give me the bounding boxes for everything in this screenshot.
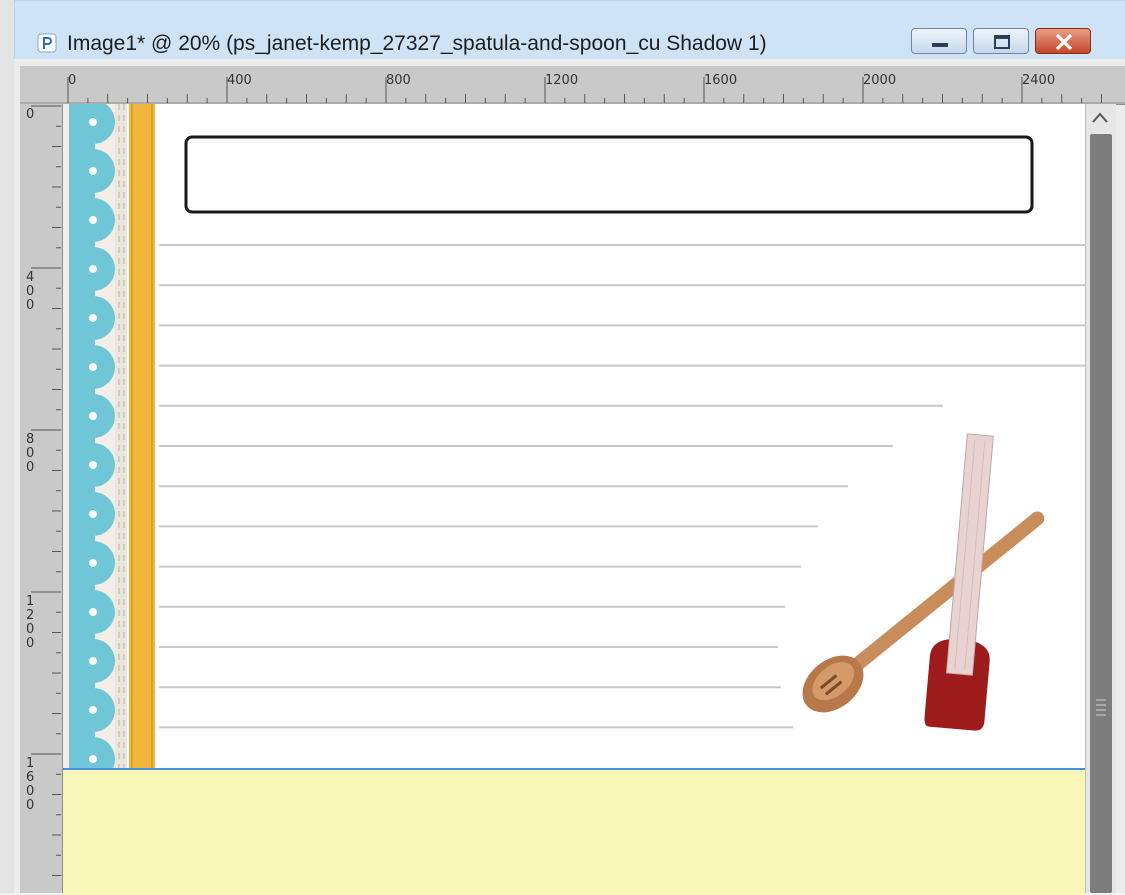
vertical-ruler[interactable]: 0 400 800 1200 1600 [20, 104, 63, 893]
recipe-card-artwork [63, 104, 1085, 768]
minimize-icon [932, 43, 948, 47]
minimize-button[interactable] [911, 28, 967, 54]
window-title: Image1* @ 20% (ps_janet-kemp_27327_spatu… [67, 32, 767, 55]
close-icon [1055, 33, 1073, 51]
svg-text:1: 1 [26, 756, 34, 771]
hruler-label-1600: 1600 [704, 73, 737, 88]
image-canvas[interactable] [63, 104, 1085, 768]
svg-text:0: 0 [26, 798, 34, 813]
svg-text:0: 0 [26, 298, 34, 313]
svg-text:0: 0 [26, 636, 34, 651]
vruler-label-1200: 1200 [26, 594, 34, 651]
title-box [184, 135, 1034, 214]
hruler-label-1200: 1200 [545, 73, 578, 88]
vertical-ruler-ticks: 0 400 800 1200 1600 [26, 105, 61, 876]
maximize-button[interactable] [973, 28, 1029, 54]
svg-text:8: 8 [26, 432, 34, 447]
svg-text:1: 1 [26, 594, 34, 609]
svg-text:0: 0 [26, 622, 34, 637]
spatula-and-spoon-image [802, 433, 1045, 731]
hruler-label-2400: 2400 [1022, 73, 1055, 88]
svg-text:2: 2 [26, 608, 34, 623]
canvas-background-area [63, 768, 1085, 895]
svg-text:0: 0 [26, 284, 34, 299]
svg-text:0: 0 [26, 446, 34, 461]
horizontal-ruler[interactable]: 0 400 800 1200 1600 2000 2400 [20, 66, 1125, 105]
hruler-label-800: 800 [386, 73, 411, 88]
stitched-ribbon [115, 104, 127, 768]
image-document-window: Image1* @ 20% (ps_janet-kemp_27327_spatu… [0, 0, 1125, 895]
svg-text:4: 4 [26, 270, 34, 285]
scroll-up-button[interactable] [1087, 106, 1113, 130]
wooden-spoon [802, 511, 1045, 713]
hruler-label-0: 0 [68, 73, 76, 88]
svg-text:0: 0 [26, 784, 34, 799]
red-spatula [924, 433, 994, 731]
vruler-label-1600: 1600 [26, 756, 34, 813]
scroll-thumb[interactable] [1090, 134, 1112, 893]
hruler-label-400: 400 [227, 73, 252, 88]
orange-ribbon [129, 104, 155, 768]
scroll-grip-icon [1095, 696, 1107, 718]
workspace-background [0, 0, 14, 893]
scroll-up-arrow-icon [1092, 112, 1108, 123]
vruler-label-0: 0 [26, 107, 34, 122]
maximize-icon [994, 35, 1010, 49]
svg-text:0: 0 [26, 460, 34, 475]
horizontal-ruler-ticks: 0 400 800 1200 1600 2000 2400 [20, 73, 1125, 104]
svg-text:6: 6 [26, 770, 34, 785]
close-button[interactable] [1035, 28, 1091, 54]
svg-text:0: 0 [26, 107, 34, 122]
vruler-label-400: 400 [26, 270, 34, 313]
hruler-label-2000: 2000 [863, 73, 896, 88]
vruler-label-800: 800 [26, 432, 34, 475]
psp-document-icon [37, 33, 57, 53]
